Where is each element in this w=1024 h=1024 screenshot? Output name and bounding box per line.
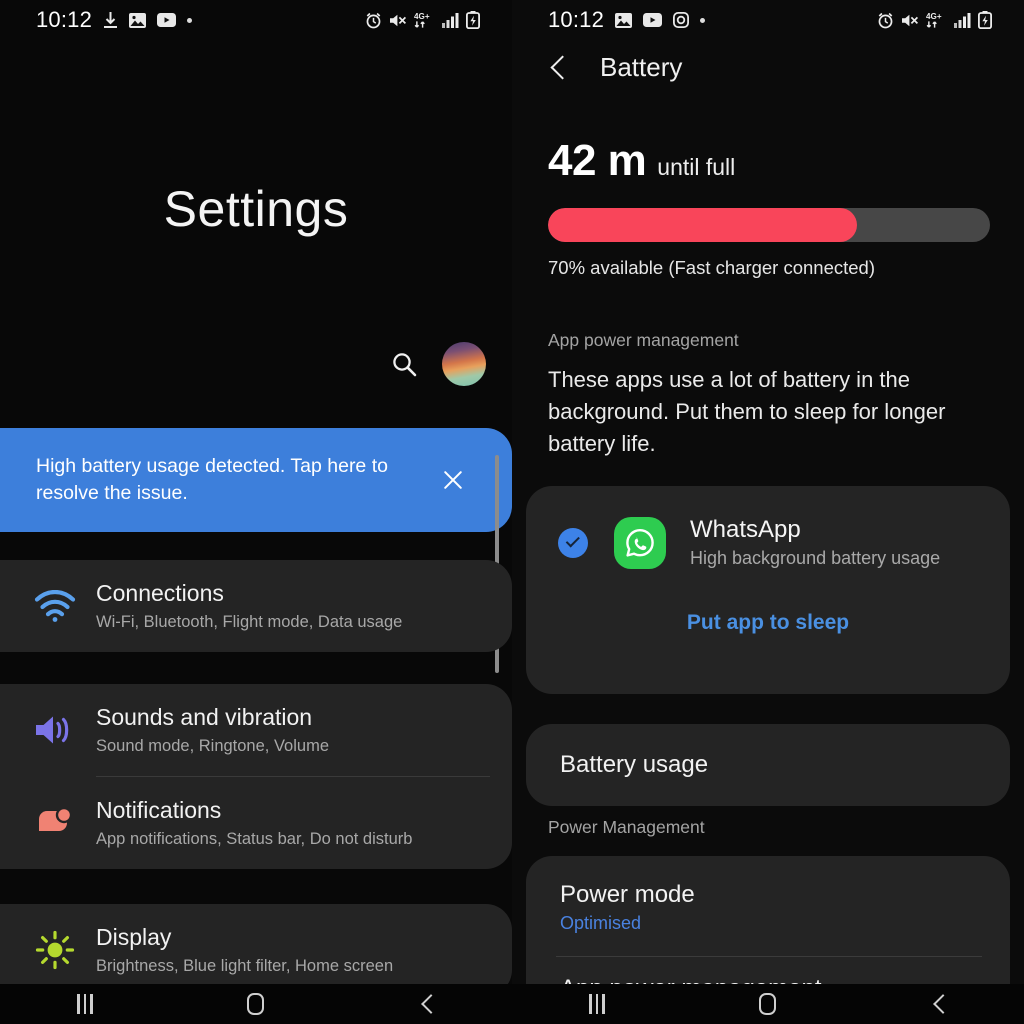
battery-percent-text: 70% available (Fast charger connected) xyxy=(548,257,876,278)
battery-summary: 42 m until full 70% available (Fast char… xyxy=(548,136,990,279)
close-icon[interactable] xyxy=(440,467,466,493)
settings-row-subtitle: Brightness, Blue light filter, Home scre… xyxy=(96,957,394,975)
right-status-right-group: 4G+ xyxy=(877,11,992,29)
status-clock: 10:12 xyxy=(548,7,605,32)
power-mode-row[interactable]: Power mode Optimised xyxy=(526,856,1010,934)
settings-row-text: Display Brightness, Blue light filter, H… xyxy=(96,923,393,977)
put-app-to-sleep-button[interactable]: Put app to sleep xyxy=(526,569,1010,669)
high-battery-usage-banner[interactable]: High battery usage detected. Tap here to… xyxy=(0,428,512,532)
battery-usage-card[interactable]: Battery usage xyxy=(526,724,1010,806)
left-nav-bar xyxy=(0,984,512,1024)
right-status-bar: 10:12 4G+ xyxy=(512,0,1024,40)
home-icon[interactable] xyxy=(247,993,265,1015)
battery-time-remaining: 42 m until full xyxy=(548,136,990,186)
svg-text:4G+: 4G+ xyxy=(926,12,942,21)
settings-row-subtitle: Wi-Fi, Bluetooth, Flight mode, Data usag… xyxy=(96,613,403,631)
checkbox-checked-icon[interactable] xyxy=(558,527,588,558)
section-description: These apps use a lot of battery in the b… xyxy=(548,367,946,456)
settings-row-subtitle: Sound mode, Ringtone, Volume xyxy=(96,737,329,755)
left-phone-pane: 10:12 4G+ Settings High battery usage de… xyxy=(0,0,512,1024)
avatar[interactable] xyxy=(442,342,486,386)
app-text: WhatsApp High background battery usage xyxy=(690,516,940,569)
volume-icon xyxy=(28,713,82,747)
status-clock: 10:12 xyxy=(36,7,93,32)
app-list-item[interactable]: WhatsApp High background battery usage xyxy=(526,486,1010,569)
whatsapp-icon xyxy=(614,516,666,569)
back-icon[interactable] xyxy=(931,996,947,1012)
battery-charging-icon xyxy=(466,11,480,29)
app-name: WhatsApp xyxy=(690,516,801,543)
section-label: App power management xyxy=(548,330,739,350)
settings-row[interactable]: Display Brightness, Blue light filter, H… xyxy=(0,904,512,996)
battery-charging-icon xyxy=(978,11,992,29)
network-4g-plus-icon: 4G+ xyxy=(414,11,435,29)
instagram-icon xyxy=(673,12,690,28)
right-status-left-group: 10:12 xyxy=(548,7,706,33)
settings-row-title: Connections xyxy=(96,580,224,606)
battery-usage-row[interactable]: Battery usage xyxy=(526,724,1010,806)
left-status-left-group: 10:12 xyxy=(36,7,193,33)
search-icon[interactable] xyxy=(390,350,418,378)
battery-progress-bar xyxy=(548,208,990,242)
sidebar-item-connections[interactable]: Connections Wi-Fi, Bluetooth, Flight mod… xyxy=(0,560,512,652)
youtube-icon xyxy=(157,13,177,27)
sidebar-item-sounds-and-vibration[interactable]: Sounds and vibration Sound mode, Rington… xyxy=(0,684,512,776)
app-subtitle: High background battery usage xyxy=(690,548,941,568)
power-mode-value: Optimised xyxy=(560,913,642,933)
svg-text:4G+: 4G+ xyxy=(414,12,430,21)
recents-icon[interactable] xyxy=(77,994,93,1014)
page-title: Battery xyxy=(600,52,683,82)
power-management-section-label: Power Management xyxy=(548,817,705,837)
right-nav-bar xyxy=(512,984,1024,1024)
settings-row-title: Display xyxy=(96,924,172,950)
header-actions xyxy=(390,342,486,386)
recents-icon[interactable] xyxy=(589,994,605,1014)
app-power-card: WhatsApp High background battery usage P… xyxy=(526,486,1010,694)
page-title: Settings xyxy=(163,181,349,237)
dot-icon xyxy=(187,17,193,23)
back-icon[interactable] xyxy=(419,996,435,1012)
back-chevron-icon[interactable] xyxy=(548,57,570,79)
alarm-icon xyxy=(365,12,382,29)
right-phone-pane: 10:12 4G+ Battery 42 m until full 70% av… xyxy=(512,0,1024,1024)
sidebar-item-notifications[interactable]: Notifications App notifications, Status … xyxy=(0,777,512,869)
brightness-sun-icon xyxy=(28,930,82,970)
mute-icon xyxy=(901,13,919,28)
network-4g-plus-icon: 4G+ xyxy=(926,11,947,29)
mute-icon xyxy=(389,13,407,28)
settings-row[interactable]: Connections Wi-Fi, Bluetooth, Flight mod… xyxy=(0,560,512,652)
settings-row-subtitle: App notifications, Status bar, Do not di… xyxy=(96,830,413,848)
alarm-icon xyxy=(877,12,894,29)
battery-header: Battery xyxy=(548,52,682,83)
banner-text: High battery usage detected. Tap here to… xyxy=(36,455,388,504)
left-status-bar: 10:12 4G+ xyxy=(0,0,512,40)
gallery-icon xyxy=(129,12,147,28)
battery-time-value: 42 m xyxy=(548,136,647,185)
sidebar-group-sounds-notifications: Sounds and vibration Sound mode, Rington… xyxy=(0,684,512,869)
wifi-icon xyxy=(28,590,82,622)
dual-phone-screenshot: 10:12 4G+ Settings High battery usage de… xyxy=(0,0,1024,1024)
home-icon[interactable] xyxy=(759,993,777,1015)
dot-icon xyxy=(700,17,706,23)
battery-progress-fill xyxy=(548,208,858,242)
download-icon xyxy=(103,11,118,29)
sidebar-item-display[interactable]: Display Brightness, Blue light filter, H… xyxy=(0,904,512,996)
youtube-icon xyxy=(643,13,663,27)
settings-row-text: Connections Wi-Fi, Bluetooth, Flight mod… xyxy=(96,579,402,633)
notification-bubble-icon xyxy=(28,807,82,839)
signal-bars-icon xyxy=(442,12,459,28)
settings-row-title: Notifications xyxy=(96,797,222,823)
left-status-right-group: 4G+ xyxy=(365,11,480,29)
app-power-management-intro: App power management These apps use a lo… xyxy=(548,330,994,460)
settings-row-title: Sounds and vibration xyxy=(96,704,313,730)
settings-row-text: Notifications App notifications, Status … xyxy=(96,796,412,850)
power-mode-title: Power mode xyxy=(560,881,695,908)
gallery-icon xyxy=(615,12,633,28)
settings-row-text: Sounds and vibration Sound mode, Rington… xyxy=(96,703,329,757)
signal-bars-icon xyxy=(954,12,971,28)
battery-time-suffix: until full xyxy=(657,154,736,180)
